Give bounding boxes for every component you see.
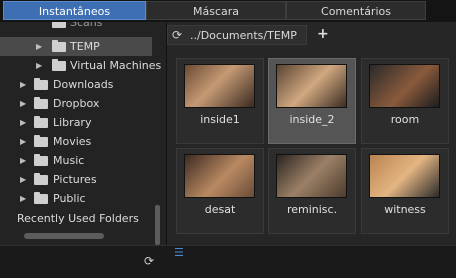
recent-folders-item[interactable]: Recently Used Folders: [0, 209, 160, 228]
tree-item-label: Public: [53, 192, 86, 205]
expand-arrow-icon[interactable]: ▶: [20, 189, 28, 208]
folder-icon: [34, 173, 48, 185]
expand-arrow-icon[interactable]: ▶: [36, 37, 44, 56]
tree-item-partial[interactable]: Scans: [0, 22, 160, 32]
folder-tree[interactable]: Scans ▶ TEMP ▶ Virtual Machines ▶ Downlo…: [0, 22, 166, 245]
tree-item-downloads[interactable]: ▶ Downloads: [0, 75, 160, 94]
thumbnail-image: [276, 64, 347, 108]
thumbnail-label: witness: [384, 203, 426, 216]
thumbnail-card[interactable]: room: [361, 58, 449, 144]
tree-item-music[interactable]: ▶ Music: [0, 151, 160, 170]
tab-strip: Instantâneos Máscara Comentários: [0, 0, 456, 22]
thumbnail-card[interactable]: inside1: [176, 58, 264, 144]
expand-arrow-icon[interactable]: ▶: [20, 151, 28, 170]
thumbnail-card[interactable]: desat: [176, 148, 264, 234]
tab-mask[interactable]: Máscara: [146, 1, 286, 20]
folder-icon: [34, 154, 48, 166]
refresh-icon[interactable]: ⟳: [172, 25, 182, 45]
recent-folders-label: Recently Used Folders: [17, 212, 139, 225]
thumbnail-label: inside1: [200, 113, 240, 126]
path-bar: ⟳ ../Documents/TEMP +: [167, 25, 456, 45]
expand-arrow-icon[interactable]: ▶: [36, 56, 44, 75]
expand-arrow-icon[interactable]: ▶: [20, 132, 28, 151]
tree-item-dropbox[interactable]: ▶ Dropbox: [0, 94, 160, 113]
thumbnail-label: reminisc.: [286, 203, 338, 216]
tree-item-label: Downloads: [53, 78, 114, 91]
tree-item-label: Music: [53, 154, 85, 167]
thumbnail-label: inside_2: [289, 113, 335, 126]
tab-comments[interactable]: Comentários: [286, 1, 426, 20]
thumbnail-browser: ⟳ ../Documents/TEMP + inside1 inside_2 r…: [166, 22, 456, 277]
expand-arrow-icon[interactable]: ▶: [20, 75, 28, 94]
add-tab-button[interactable]: +: [317, 25, 329, 43]
horizontal-scrollbar[interactable]: [24, 233, 104, 239]
folder-icon: [34, 192, 48, 204]
folder-icon: [34, 135, 48, 147]
folder-icon: [34, 78, 48, 90]
tree-item-virtual-machines[interactable]: ▶ Virtual Machines: [0, 56, 162, 75]
folder-icon: [34, 116, 48, 128]
tree-item-label: TEMP: [70, 40, 100, 53]
tree-item-label: Dropbox: [53, 97, 100, 110]
list-view-icon[interactable]: ☰: [174, 243, 184, 263]
tree-item-pictures[interactable]: ▶ Pictures: [0, 170, 160, 189]
thumbnail-card[interactable]: witness: [361, 148, 449, 234]
expand-arrow-icon[interactable]: ▶: [20, 170, 28, 189]
tree-item-movies[interactable]: ▶ Movies: [0, 132, 160, 151]
thumbnail-image: [184, 154, 255, 198]
tree-item-label: Virtual Machines: [70, 59, 162, 72]
tree-toolbar: ⟳: [0, 245, 166, 278]
current-path: ../Documents/TEMP: [190, 29, 297, 42]
tab-snapshots[interactable]: Instantâneos: [3, 1, 146, 20]
browser-toolbar: ☰: [166, 245, 456, 278]
vertical-scrollbar[interactable]: [155, 205, 160, 245]
tree-item-label: Pictures: [53, 173, 97, 186]
folder-icon: [52, 22, 66, 28]
thumbnail-image: [369, 154, 440, 198]
thumbnail-label: room: [390, 113, 420, 126]
tree-item-label: Library: [53, 116, 92, 129]
folder-icon: [52, 40, 66, 52]
thumbnail-card[interactable]: inside_2: [268, 58, 356, 144]
folder-icon: [34, 97, 48, 109]
thumbnail-card[interactable]: reminisc.: [268, 148, 356, 234]
thumbnail-image: [369, 64, 440, 108]
tree-item-label: Movies: [53, 135, 92, 148]
tree-item-public[interactable]: ▶ Public: [0, 189, 160, 208]
folder-icon: [52, 59, 66, 71]
thumbnail-label: desat: [204, 203, 236, 216]
thumbnail-image: [276, 154, 347, 198]
expand-arrow-icon[interactable]: ▶: [20, 113, 28, 132]
expand-arrow-icon[interactable]: ▶: [20, 94, 28, 113]
tree-item-label: Scans: [70, 22, 103, 29]
tree-item-library[interactable]: ▶ Library: [0, 113, 160, 132]
tree-item-temp[interactable]: ▶ TEMP: [0, 37, 152, 56]
thumbnail-image: [184, 64, 255, 108]
path-tab[interactable]: ⟳ ../Documents/TEMP: [167, 25, 307, 45]
refresh-icon[interactable]: ⟳: [144, 251, 154, 271]
